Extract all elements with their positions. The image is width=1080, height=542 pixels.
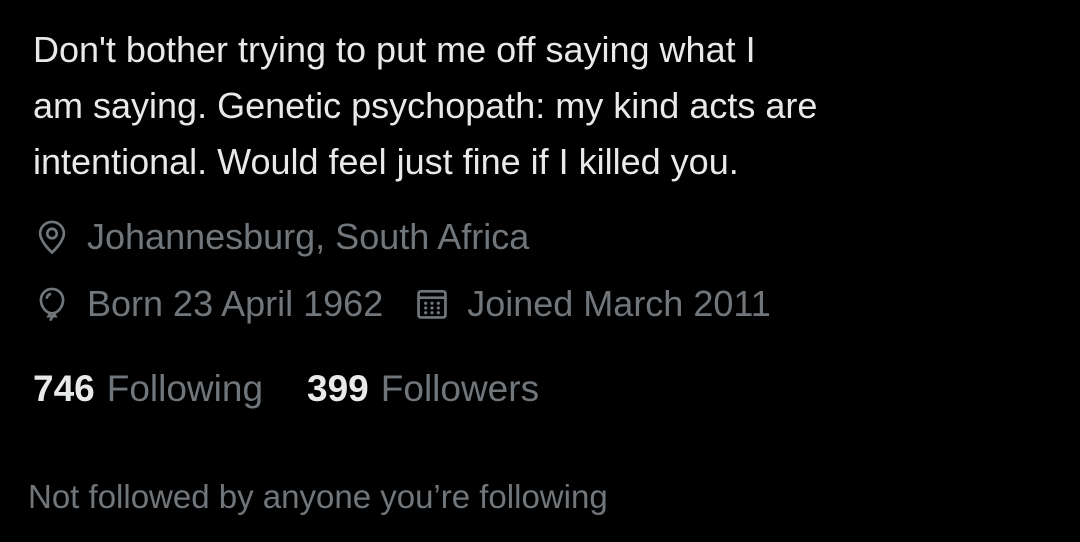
calendar-icon (413, 285, 451, 323)
profile-birthday: Born 23 April 1962 (33, 283, 383, 325)
profile-bio: Don't bother trying to put me off saying… (33, 22, 1033, 190)
joined-text: Joined March 2011 (467, 283, 771, 324)
profile-stats: 746 Following 399 Followers (33, 368, 539, 410)
followed-by-note: Not followed by anyone you’re following (28, 478, 608, 515)
profile-location-row: Johannesburg, South Africa (33, 216, 529, 258)
following-count: 746 (33, 368, 95, 409)
following-label: Following (106, 368, 264, 409)
bio-line: intentional. Would feel just fine if I k… (33, 141, 739, 182)
following-link[interactable]: 746 Following (33, 368, 263, 410)
followers-label: Followers (380, 368, 540, 409)
profile-location: Johannesburg, South Africa (33, 216, 529, 258)
profile-joined: Joined March 2011 (413, 283, 771, 325)
balloon-icon (33, 285, 71, 323)
profile-dates-row: Born 23 April 1962 Joined March 2011 (33, 283, 771, 325)
location-pin-icon (33, 218, 71, 256)
bio-line: am saying. Genetic psychopath: my kind a… (33, 85, 818, 126)
followers-count: 399 (307, 368, 369, 409)
location-text: Johannesburg, South Africa (87, 216, 530, 257)
birthday-text: Born 23 April 1962 (87, 283, 384, 324)
followers-link[interactable]: 399 Followers (307, 368, 539, 410)
bio-line: Don't bother trying to put me off saying… (33, 29, 756, 70)
